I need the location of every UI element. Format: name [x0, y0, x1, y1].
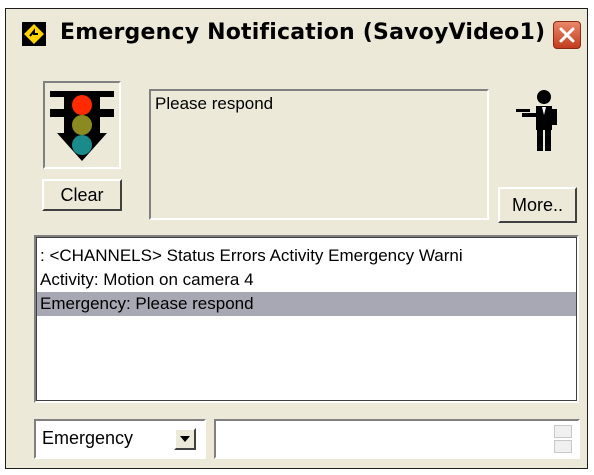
spin-buttons[interactable]	[554, 425, 572, 455]
close-button[interactable]	[553, 21, 581, 49]
traffic-light-panel	[43, 81, 121, 169]
spin-up-button[interactable]	[554, 425, 572, 438]
spin-down-button[interactable]	[554, 440, 572, 453]
emergency-notification-window: Emergency Notification (SavoyVideo1) Cle…	[5, 8, 588, 469]
traffic-light-icon	[50, 91, 114, 161]
title-bar[interactable]: Emergency Notification (SavoyVideo1)	[6, 9, 587, 57]
message-display: Please respond	[149, 89, 489, 220]
butler-icon	[516, 90, 557, 151]
more-button[interactable]: More..	[498, 187, 577, 223]
event-list[interactable]: : <CHANNELS> Status Errors Activity Emer…	[34, 235, 579, 403]
dropdown-button[interactable]	[174, 428, 196, 450]
chevron-down-icon	[180, 436, 190, 442]
list-item-selected[interactable]: Emergency: Please respond	[36, 292, 577, 316]
clear-button[interactable]: Clear	[42, 179, 122, 211]
window-title: Emergency Notification (SavoyVideo1)	[60, 20, 546, 45]
channel-value: Emergency	[42, 428, 134, 448]
list-item[interactable]: : <CHANNELS> Status Errors Activity Emer…	[36, 244, 577, 268]
close-icon	[559, 27, 575, 43]
list-item[interactable]: Activity: Motion on camera 4	[36, 268, 577, 292]
app-diamond-icon	[22, 22, 46, 46]
channel-dropdown[interactable]: Emergency	[34, 419, 206, 459]
response-input[interactable]	[214, 419, 580, 459]
